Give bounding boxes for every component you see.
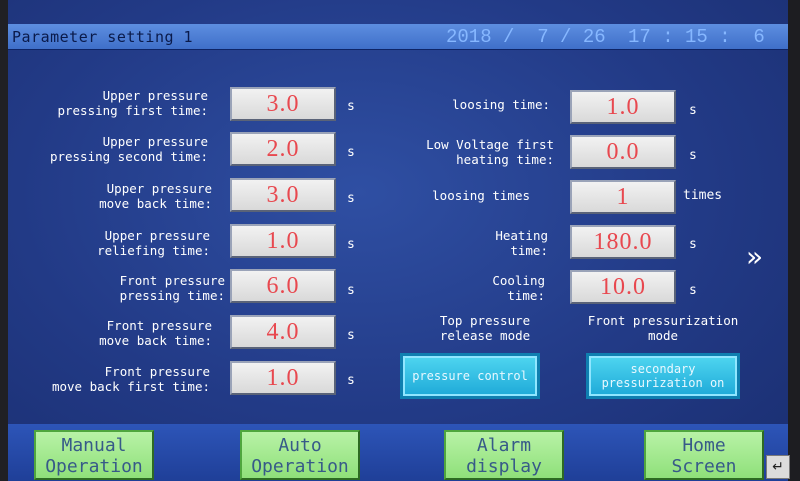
upper-second-time-label: Upper pressure pressing second time:	[49, 134, 208, 164]
upper-move-back-unit: s	[347, 191, 355, 206]
time-display: 17 : 15 : 6	[628, 26, 765, 48]
manual-operation-button[interactable]: Manual Operation	[34, 430, 154, 480]
upper-move-back-field[interactable]: 3.0	[230, 178, 336, 212]
hmi-screen: Parameter setting 1 2018 / 7 / 26 17 : 1…	[0, 0, 800, 481]
heating-time-field[interactable]: 180.0	[570, 225, 676, 259]
upper-move-back-label: Upper pressure move back time:	[99, 181, 212, 211]
home-screen-button[interactable]: Home Screen	[644, 430, 764, 480]
front-pressing-label: Front pressure pressing time:	[119, 273, 225, 303]
low-voltage-heating-field[interactable]: 0.0	[570, 135, 676, 169]
right-bezel	[788, 0, 800, 481]
loosing-time-unit: s	[689, 103, 697, 118]
heating-time-unit: s	[689, 237, 697, 252]
left-bezel	[0, 0, 8, 481]
top-release-mode-label: Top pressure release mode	[439, 313, 531, 343]
next-page-icon[interactable]: »	[746, 240, 763, 273]
upper-relief-unit: s	[347, 237, 355, 252]
auto-operation-button[interactable]: Auto Operation	[240, 430, 360, 480]
date-display: 2018 / 7 / 26	[446, 26, 606, 48]
front-move-back-first-label: Front pressure move back first time:	[51, 364, 210, 394]
low-voltage-heating-label: Low Voltage first heating time:	[426, 137, 554, 167]
front-pressurization-mode-label: Front pressurization mode	[587, 313, 739, 343]
loosing-time-label: loosing time:	[452, 97, 550, 112]
secondary-pressurization-button[interactable]: secondary pressurization on	[586, 353, 740, 399]
front-move-back-unit: s	[347, 328, 355, 343]
pressure-control-button[interactable]: pressure control	[400, 353, 540, 399]
loosing-time-field[interactable]: 1.0	[570, 90, 676, 124]
return-icon[interactable]: ↵	[766, 455, 790, 479]
upper-first-time-label: Upper pressure pressing first time:	[57, 88, 208, 118]
front-pressing-field[interactable]: 6.0	[230, 269, 336, 303]
upper-second-time-unit: s	[347, 145, 355, 160]
front-move-back-label: Front pressure move back time:	[99, 318, 212, 348]
front-move-back-first-unit: s	[347, 373, 355, 388]
cooling-time-label: Cooling time:	[492, 273, 545, 303]
upper-relief-field[interactable]: 1.0	[230, 224, 336, 258]
loosing-times-label: loosing times	[432, 188, 530, 203]
cooling-time-field[interactable]: 10.0	[570, 270, 676, 304]
upper-relief-label: Upper pressure reliefing time:	[97, 228, 210, 258]
front-move-back-first-field[interactable]: 1.0	[230, 361, 336, 395]
alarm-display-button[interactable]: Alarm display	[444, 430, 564, 480]
upper-first-time-unit: s	[347, 99, 355, 114]
page-title: Parameter setting 1	[12, 28, 194, 46]
low-voltage-heating-unit: s	[689, 148, 697, 163]
loosing-times-unit: times	[683, 188, 723, 203]
upper-second-time-field[interactable]: 2.0	[230, 132, 336, 166]
title-bar: Parameter setting 1 2018 / 7 / 26 17 : 1…	[8, 24, 788, 50]
heating-time-label: Heating time:	[495, 228, 548, 258]
front-pressing-unit: s	[347, 283, 355, 298]
loosing-times-field[interactable]: 1	[570, 180, 676, 214]
front-move-back-field[interactable]: 4.0	[230, 315, 336, 349]
cooling-time-unit: s	[689, 283, 697, 298]
upper-first-time-field[interactable]: 3.0	[230, 87, 336, 121]
